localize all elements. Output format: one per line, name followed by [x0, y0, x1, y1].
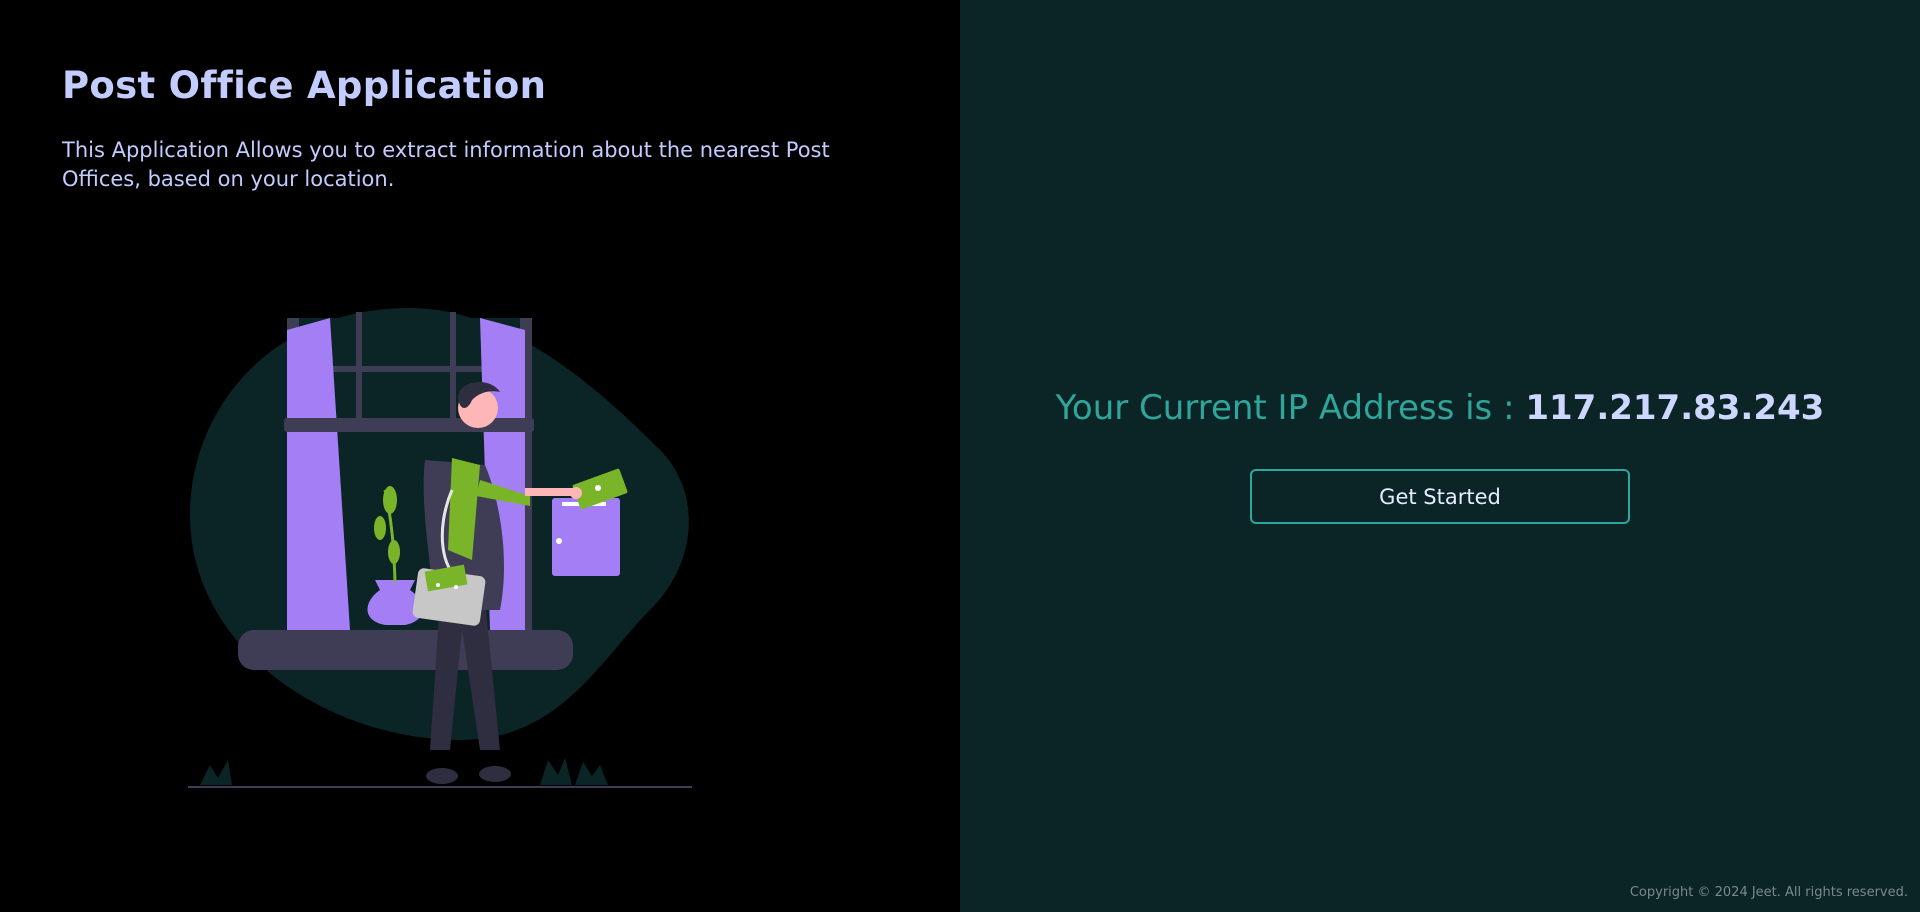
post-office-illustration	[188, 308, 692, 788]
ip-value: 117.217.83.243	[1525, 388, 1825, 428]
copyright-text: Copyright © 2024 Jeet. All rights reserv…	[1629, 885, 1908, 900]
ip-address-line: Your Current IP Address is : 117.217.83.…	[960, 388, 1920, 428]
page-title: Post Office Application	[62, 64, 547, 107]
page: Post Office Application This Application…	[0, 0, 1920, 912]
page-description: This Application Allows you to extract i…	[62, 138, 830, 191]
get-started-button[interactable]: Get Started	[1250, 469, 1630, 524]
right-panel: Your Current IP Address is : 117.217.83.…	[960, 0, 1920, 912]
left-panel: Post Office Application This Application…	[0, 0, 960, 912]
ip-label: Your Current IP Address is :	[1055, 388, 1526, 428]
